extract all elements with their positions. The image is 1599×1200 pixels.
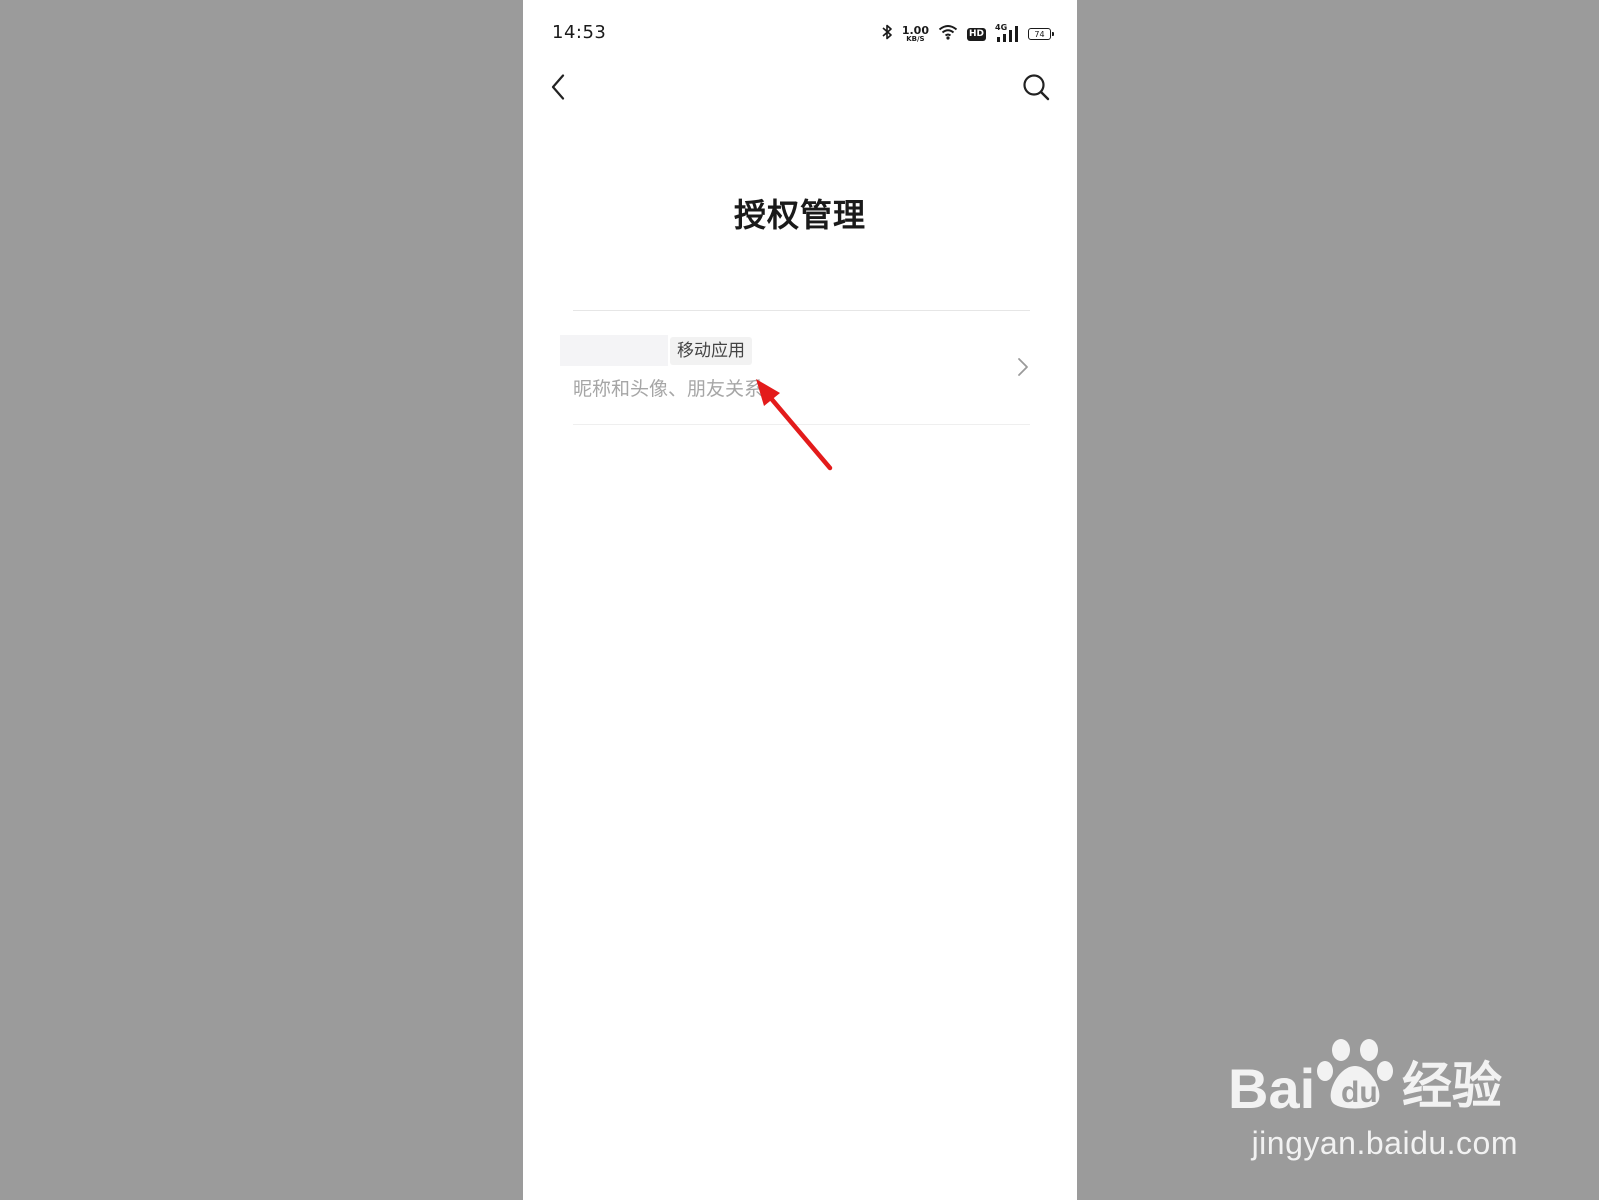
app-name-redacted bbox=[560, 335, 668, 366]
chevron-right-icon bbox=[1018, 358, 1028, 376]
signal-icon: 4G bbox=[995, 24, 1019, 43]
hd-icon: HD bbox=[966, 27, 986, 41]
page-title: 授权管理 bbox=[733, 196, 866, 234]
authorized-app-item[interactable]: 移动应用 昵称和头像、朋友关系 bbox=[560, 311, 1030, 424]
phone-screen: 14:53 1.00 KB/S HD 4G 74 授权管理 移动应用 昵称和头像… bbox=[523, 0, 1077, 1200]
svg-text:Bai: Bai bbox=[1228, 1057, 1315, 1113]
app-type-tag: 移动应用 bbox=[670, 337, 752, 365]
baidu-jingyan-watermark: Bai du 经验 jingyan.baidu.com bbox=[1228, 1028, 1518, 1163]
svg-text:经验: 经验 bbox=[1402, 1057, 1502, 1113]
back-chevron-icon bbox=[551, 74, 565, 100]
search-button[interactable] bbox=[1019, 68, 1053, 106]
status-bar: 14:53 1.00 KB/S HD 4G 74 bbox=[523, 0, 1077, 68]
baidu-jingyan-logo: Bai du 经验 bbox=[1228, 1039, 1502, 1113]
bluetooth-icon bbox=[881, 24, 893, 44]
battery-icon: 74 bbox=[1028, 28, 1054, 40]
svg-text:du: du bbox=[1341, 1076, 1378, 1109]
status-icons: 1.00 KB/S HD 4G 74 bbox=[881, 22, 1054, 46]
network-speed-unit: KB/S bbox=[906, 35, 925, 43]
list-divider-bottom bbox=[573, 424, 1030, 425]
annotation-arrow-icon bbox=[756, 379, 833, 471]
search-icon bbox=[1023, 74, 1050, 101]
screenshot-stage: 14:53 1.00 KB/S HD 4G 74 授权管理 移动应用 昵称和头像… bbox=[0, 0, 1599, 1200]
watermark-url: jingyan.baidu.com bbox=[1251, 1125, 1518, 1161]
back-button[interactable] bbox=[541, 68, 575, 106]
app-permissions: 昵称和头像、朋友关系 bbox=[573, 378, 764, 400]
status-time: 14:53 bbox=[552, 22, 607, 43]
network-speed: 1.00 KB/S bbox=[902, 25, 929, 43]
wifi-icon bbox=[938, 24, 958, 44]
